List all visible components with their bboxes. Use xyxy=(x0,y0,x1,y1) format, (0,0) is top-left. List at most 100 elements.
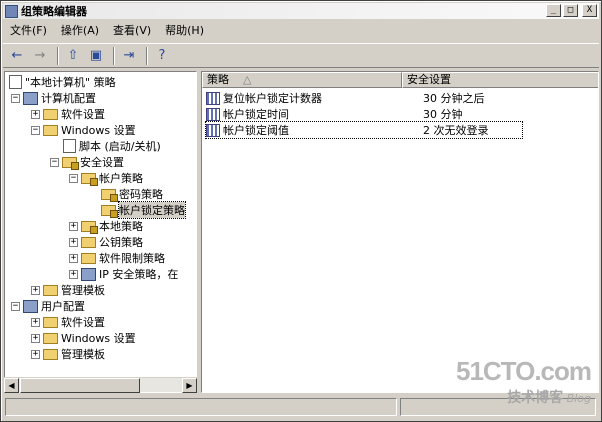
tree-item-user-software-settings[interactable]: + 软件设置 xyxy=(31,314,105,330)
collapse-icon[interactable]: − xyxy=(11,93,20,103)
expand-icon[interactable]: + xyxy=(69,253,78,263)
collapse-icon[interactable]: − xyxy=(11,301,20,311)
watermark-blog: Blog xyxy=(566,392,591,405)
tree-item-label: "本地计算机" 策略 xyxy=(25,76,116,89)
menu-help[interactable]: 帮助(H) xyxy=(158,22,211,40)
tree-horizontal-scrollbar[interactable]: ◀ ▶ xyxy=(4,377,197,393)
maximize-button[interactable]: □ xyxy=(563,4,578,17)
expand-icon[interactable]: + xyxy=(31,285,40,295)
tree-item-label: 软件设置 xyxy=(61,316,105,329)
toolbar-separator xyxy=(146,46,148,65)
tree-item-ip-security[interactable]: + IP 安全策略，在 xyxy=(69,266,178,282)
tree-item-label: 用户配置 xyxy=(41,300,85,313)
security-icon xyxy=(62,156,79,170)
collapse-icon[interactable]: − xyxy=(31,125,40,135)
tree-item-software-settings[interactable]: + 软件设置 xyxy=(31,106,105,122)
script-icon xyxy=(63,139,76,153)
policy-setting: 30 分钟 xyxy=(423,108,463,121)
tree-item-user-admin-templates[interactable]: + 管理模板 xyxy=(31,346,105,362)
column-header-policy[interactable]: 策略 △ xyxy=(202,72,402,88)
menu-file[interactable]: 文件(F) xyxy=(3,22,54,40)
expand-icon[interactable]: + xyxy=(31,317,40,327)
policy-doc-icon xyxy=(9,75,22,89)
tree-item-label: Windows 设置 xyxy=(61,124,136,137)
minimize-button[interactable]: _ xyxy=(546,4,561,17)
scroll-left-icon[interactable]: ◀ xyxy=(4,378,19,393)
sort-ascending-icon: △ xyxy=(243,73,252,86)
help-icon[interactable]: ? xyxy=(152,46,172,66)
folder-icon xyxy=(43,316,58,328)
tree-item-label: 本地策略 xyxy=(99,220,143,233)
group-policy-window: 组策略编辑器 _ □ X 文件(F) 操作(A) 查看(V) 帮助(H) ← →… xyxy=(0,0,602,422)
tree-item-label: 软件限制策略 xyxy=(99,252,165,265)
tree-item-computer-config[interactable]: − 计算机配置 xyxy=(11,90,96,106)
back-icon[interactable]: ← xyxy=(7,46,27,66)
tree-item-label-selected: 帐户锁定策略 xyxy=(118,201,186,219)
folder-icon xyxy=(43,332,58,344)
tree-item-label: 软件设置 xyxy=(61,108,105,121)
tree-item-admin-templates[interactable]: + 管理模板 xyxy=(31,282,105,298)
toolbar-separator xyxy=(57,46,59,65)
tree-item-label: 管理模板 xyxy=(61,284,105,297)
tree-item-password-policy[interactable]: 密码策略 xyxy=(101,186,163,202)
expand-icon[interactable]: + xyxy=(31,333,40,343)
tree-item-label: 管理模板 xyxy=(61,348,105,361)
expand-icon[interactable]: + xyxy=(31,349,40,359)
policy-row-focused[interactable]: 帐户锁定阈值 2 次无效登录 xyxy=(205,121,523,139)
folder-icon xyxy=(43,348,58,360)
export-list-icon[interactable]: ⇥ xyxy=(119,46,139,66)
up-folder-icon[interactable]: ⇧ xyxy=(63,46,83,66)
expand-icon[interactable]: + xyxy=(69,221,78,231)
scroll-thumb[interactable] xyxy=(20,378,140,393)
menu-action[interactable]: 操作(A) xyxy=(54,22,106,40)
tree-item-account-lockout-policy[interactable]: 帐户锁定策略 xyxy=(101,201,186,219)
window-title: 组策略编辑器 xyxy=(21,5,87,18)
folder-lock-icon xyxy=(81,172,98,186)
user-icon xyxy=(23,299,38,313)
policy-setting-icon xyxy=(206,91,220,105)
close-button[interactable]: X xyxy=(582,4,597,17)
toolbar: ← → ⇧ ▣ ⇥ ? xyxy=(3,43,599,68)
tree-item-local-policy[interactable]: "本地计算机" 策略 xyxy=(9,74,116,90)
policy-setting-icon xyxy=(206,107,220,121)
tree-item-account-policies[interactable]: − 帐户策略 xyxy=(69,170,143,186)
forward-icon[interactable]: → xyxy=(30,46,50,66)
policy-row[interactable]: 帐户锁定时间 30 分钟 xyxy=(206,106,596,122)
scroll-right-icon[interactable]: ▶ xyxy=(182,378,197,393)
tree-item-user-windows-settings[interactable]: + Windows 设置 xyxy=(31,330,136,346)
tree-item-software-restriction[interactable]: + 软件限制策略 xyxy=(69,250,165,266)
folder-lock-icon xyxy=(101,188,118,202)
policy-list-pane: 策略 △ 安全设置 复位帐户锁定计数器 30 分钟之后 帐户锁定时间 30 分钟 帐户… xyxy=(201,71,599,393)
policy-setting: 30 分钟之后 xyxy=(423,92,485,105)
expand-icon[interactable]: + xyxy=(69,269,78,279)
group-policy-icon xyxy=(5,4,18,18)
expand-icon[interactable]: + xyxy=(69,237,78,247)
menu-bar: 文件(F) 操作(A) 查看(V) 帮助(H) xyxy=(3,21,211,41)
column-header-setting[interactable]: 安全设置 xyxy=(402,72,598,88)
title-bar[interactable]: 组策略编辑器 _ □ X xyxy=(3,3,599,19)
collapse-icon[interactable]: − xyxy=(69,173,78,183)
watermark-logo: 51CTO.com xyxy=(455,356,592,386)
toolbar-separator xyxy=(113,46,115,65)
tree-item-label: 脚本 (启动/关机) xyxy=(79,140,161,153)
tree-item-label: 帐户策略 xyxy=(99,172,143,185)
tree-pane: "本地计算机" 策略 − 计算机配置 + 软件设置 − Windows 设置 脚本 (… xyxy=(4,71,197,393)
ip-security-icon xyxy=(81,267,96,281)
tree-item-label: 公钥策略 xyxy=(99,236,143,249)
tree-item-scripts[interactable]: 脚本 (启动/关机) xyxy=(63,138,161,154)
tree-item-windows-settings[interactable]: − Windows 设置 xyxy=(31,122,136,138)
tree-item-label: IP 安全策略，在 xyxy=(99,268,179,281)
folder-icon xyxy=(43,124,58,136)
menu-view[interactable]: 查看(V) xyxy=(106,22,158,40)
tree-item-local-policies[interactable]: + 本地策略 xyxy=(69,218,143,234)
tree-item-label: 计算机配置 xyxy=(41,92,96,105)
tree-item-public-key-policies[interactable]: + 公钥策略 xyxy=(69,234,143,250)
expand-icon[interactable]: + xyxy=(31,109,40,119)
collapse-icon[interactable]: − xyxy=(50,157,59,167)
policy-setting-icon xyxy=(206,123,220,137)
show-tree-icon[interactable]: ▣ xyxy=(86,46,106,66)
policy-row[interactable]: 复位帐户锁定计数器 30 分钟之后 xyxy=(206,90,596,106)
tree-item-security-settings[interactable]: − 安全设置 xyxy=(50,154,124,170)
folder-icon xyxy=(81,236,96,248)
tree-item-user-config[interactable]: − 用户配置 xyxy=(11,298,85,314)
